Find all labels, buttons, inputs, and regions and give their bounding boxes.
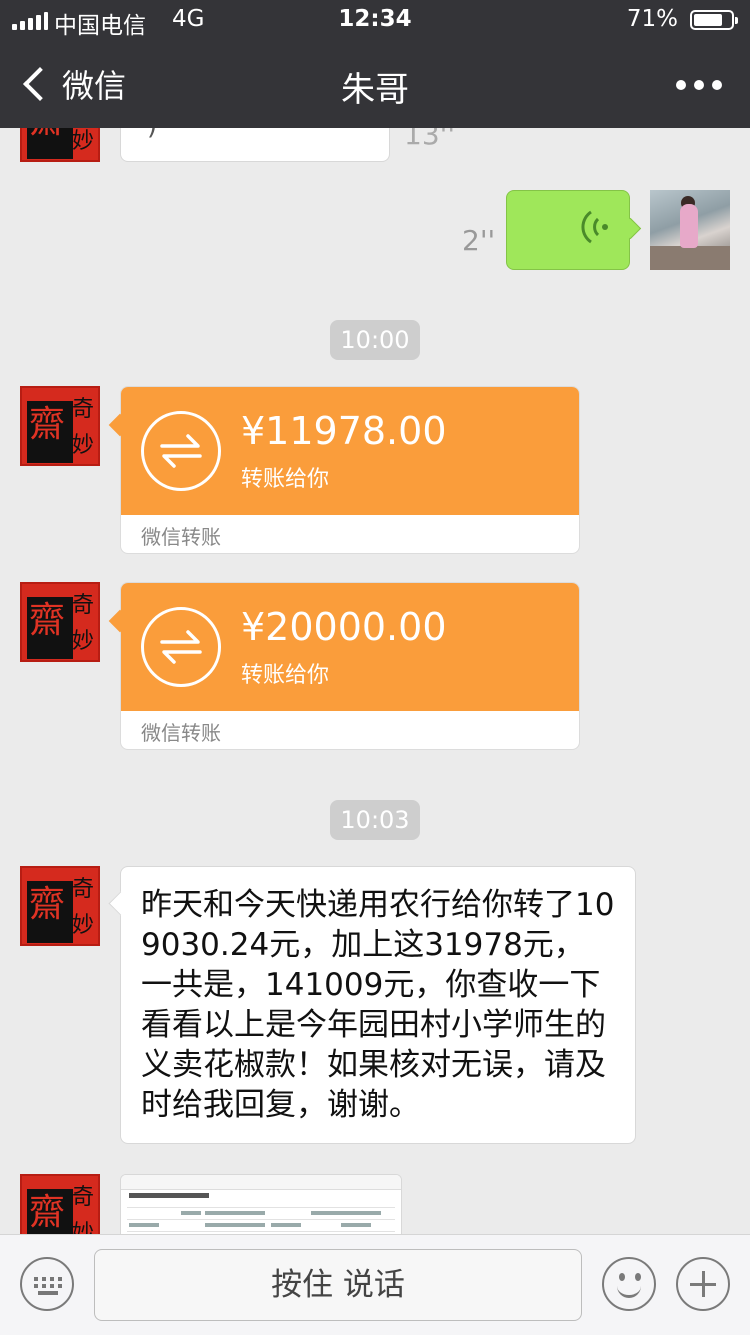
transfer-subtitle: 转账给你 — [241, 467, 330, 492]
transfer-arrows-icon — [141, 411, 221, 491]
plus-icon[interactable] — [676, 1257, 730, 1311]
text-message[interactable]: 昨天和今天快递用农行给你转了109030.24元，加上这31978元，一共是，1… — [120, 866, 636, 1144]
transfer-footer: 微信转账 — [141, 721, 221, 745]
contact-avatar[interactable]: 齋 奇 妙 — [20, 1174, 100, 1234]
transfer-message[interactable]: ¥20000.00 转账给你 微信转账 — [120, 582, 580, 750]
contact-avatar[interactable]: 齋 奇 妙 — [20, 128, 100, 162]
status-bar: 中国电信 4G 12:34 71% — [0, 0, 750, 40]
nav-bar: 微信 朱哥 — [0, 40, 750, 128]
emoji-icon[interactable] — [602, 1257, 656, 1311]
voice-duration: 13'' — [404, 128, 456, 151]
voice-wave-icon — [581, 210, 608, 244]
image-message[interactable] — [120, 1174, 402, 1234]
transfer-amount: ¥20000.00 — [241, 605, 447, 649]
transfer-arrows-icon — [141, 607, 221, 687]
header: 中国电信 4G 12:34 71% 微信 朱哥 — [0, 0, 750, 128]
contact-avatar[interactable]: 齋 奇 妙 — [20, 386, 100, 466]
chat-area[interactable]: 齋 奇 妙 ) 13'' 2'' 10:00 齋 奇 妙 — [0, 128, 750, 1234]
timestamp: 10:03 — [0, 800, 750, 840]
transfer-footer: 微信转账 — [141, 525, 221, 549]
voice-message[interactable]: ) — [120, 128, 390, 162]
voice-wave-icon: ) — [147, 128, 157, 141]
contact-avatar[interactable]: 齋 奇 妙 — [20, 866, 100, 946]
timestamp: 10:00 — [0, 320, 750, 360]
voice-duration: 2'' — [462, 224, 496, 257]
transfer-subtitle: 转账给你 — [241, 663, 330, 688]
keyboard-icon[interactable] — [20, 1257, 74, 1311]
self-voice-message[interactable] — [506, 190, 630, 270]
battery-percent: 71% — [626, 6, 678, 32]
more-icon[interactable] — [676, 80, 722, 90]
transfer-message[interactable]: ¥11978.00 转账给你 微信转账 — [120, 386, 580, 554]
transfer-amount: ¥11978.00 — [241, 409, 447, 453]
contact-avatar[interactable]: 齋 奇 妙 — [20, 582, 100, 662]
input-bar: 按住 说话 — [0, 1234, 750, 1335]
hold-to-talk-button[interactable]: 按住 说话 — [94, 1249, 582, 1321]
battery-icon — [690, 10, 738, 30]
chat-title: 朱哥 — [341, 70, 409, 110]
text-message-content: 昨天和今天快递用农行给你转了109030.24元，加上这31978元，一共是，1… — [141, 887, 615, 1123]
self-avatar[interactable] — [650, 190, 730, 270]
